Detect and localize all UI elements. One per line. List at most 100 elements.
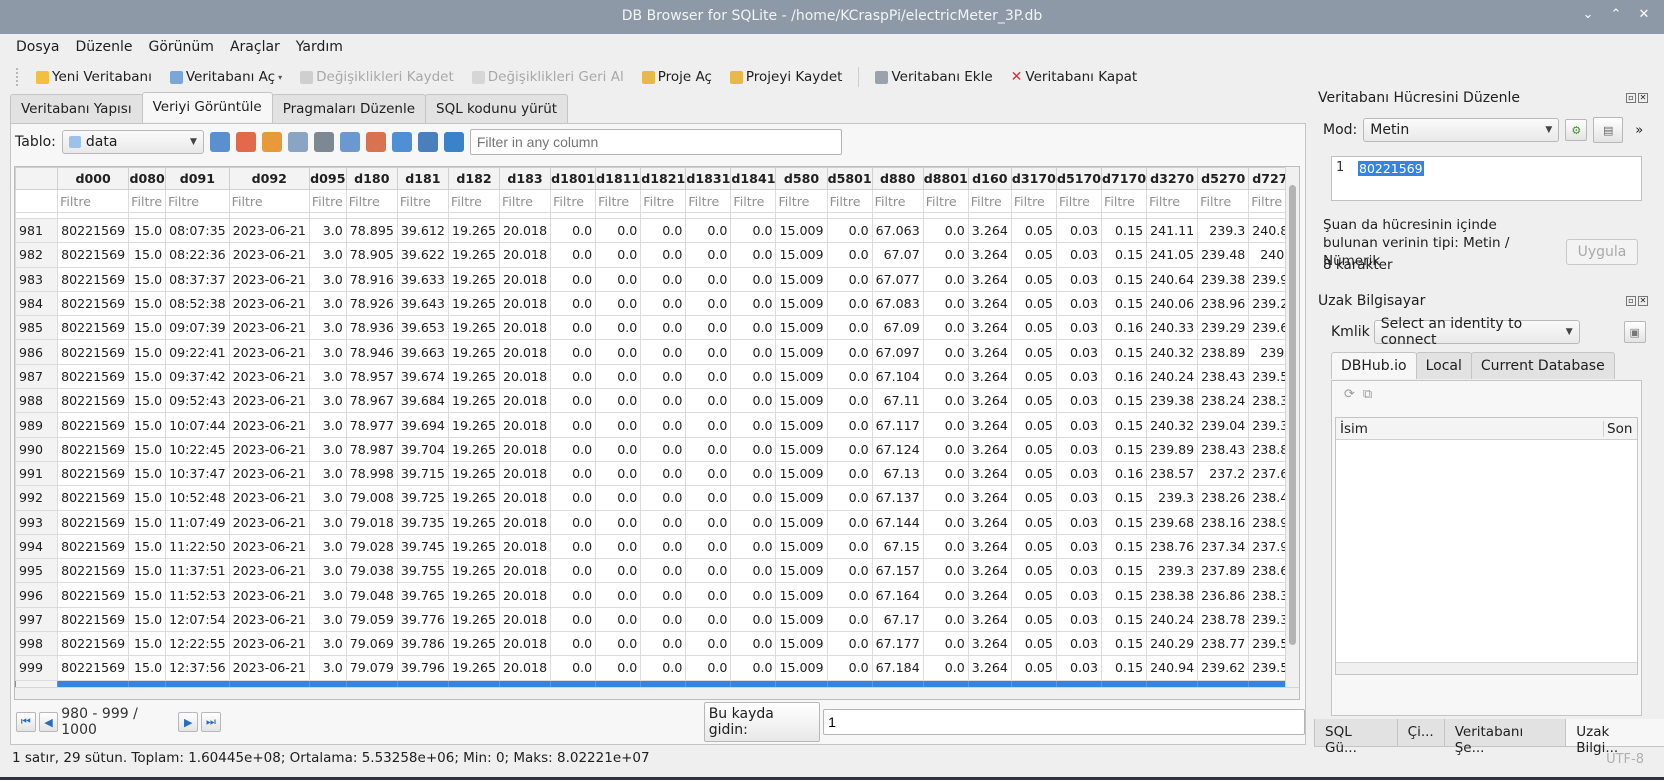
table-cell[interactable]: 238.26 [1197,485,1250,511]
table-cell[interactable]: 2023-06-21 [228,339,310,365]
table-cell[interactable]: 0.0 [685,509,732,535]
table-cell[interactable]: 0.03 [1055,363,1103,390]
table-cell[interactable]: 15.0 [128,266,167,292]
column-filter-input[interactable]: Filtre [1197,189,1250,213]
table-cell[interactable]: 0.0 [730,339,777,365]
table-row[interactable]: 982 80221569 15.0 08:22:36 2023-06-21 3.0 78.9… [15,242,1299,268]
column-filter-input[interactable]: Filtre [1146,189,1199,213]
table-cell[interactable]: 0.0 [640,412,687,438]
cell-editor[interactable]: 1 80221569 [1331,156,1642,201]
table-cell[interactable]: 19.265 [447,339,501,365]
table-cell[interactable]: 39.643 [396,290,449,317]
table-cell[interactable]: 0.0 [685,558,732,584]
table-cell[interactable]: 67.177 [871,631,924,657]
table-cell[interactable]: 67.13 [871,460,924,487]
table-cell[interactable]: 39.704 [396,436,449,462]
menu-help[interactable]: Yardım [290,37,349,57]
table-cell[interactable]: 3.264 [967,606,1012,633]
table-cell[interactable]: 80221569 [57,388,130,414]
table-cell[interactable]: 78.936 [345,315,398,341]
table-cell[interactable]: 0.0 [730,485,777,511]
table-cell[interactable]: 15.009 [775,558,828,584]
table-cell[interactable]: 79.069 [345,631,398,657]
table-row[interactable]: 993 80221569 15.0 11:07:49 2023-06-21 3.0 79.0… [15,509,1299,535]
table-cell[interactable]: 19.265 [447,485,501,511]
table-cell[interactable]: 238.77 [1197,631,1250,657]
table-cell[interactable]: 2023-06-21 [228,242,310,268]
table-cell[interactable]: 0.0 [640,631,687,657]
table-cell[interactable]: 19.265 [447,509,501,535]
row-number[interactable]: 998 [15,631,59,657]
table-row[interactable]: 988 80221569 15.0 09:52:43 2023-06-21 3.0 78.9… [15,388,1299,414]
table-cell[interactable]: 0.05 [1010,631,1057,657]
table-cell[interactable]: 0.0 [595,606,642,633]
table-cell[interactable]: 39.735 [396,509,449,535]
table-cell[interactable]: 80221569 [57,290,130,317]
table-cell[interactable]: 0.0 [685,339,732,365]
table-cell[interactable]: 15.009 [775,412,828,438]
new-database-button[interactable]: Yeni Veritabanı [28,65,160,89]
table-cell[interactable]: 0.0 [730,436,777,462]
table-cell[interactable]: 0.15 [1101,631,1148,657]
table-cell[interactable]: 236.86 [1197,582,1250,608]
table-cell[interactable]: 0.15 [1101,290,1148,317]
table-cell[interactable]: 3.264 [967,509,1012,535]
table-cell[interactable]: 79.028 [345,533,398,560]
table-cell[interactable]: 0.0 [595,558,642,584]
table-cell[interactable]: 15.009 [775,217,828,244]
table-cell[interactable]: 39.745 [396,533,449,560]
table-cell[interactable]: 0.0 [922,217,969,244]
table-cell[interactable]: 20.018 [499,242,552,268]
column-header-d080[interactable]: d080 [128,167,167,190]
table-cell[interactable]: 0.03 [1055,412,1103,438]
table-cell[interactable]: 0.15 [1101,339,1148,365]
table-cell[interactable]: 20.018 [499,290,552,317]
table-cell[interactable]: 0.03 [1055,460,1103,487]
table-cell[interactable]: 78.926 [345,290,398,317]
table-cell[interactable]: 0.0 [640,485,687,511]
column-header-d180[interactable]: d180 [345,167,398,190]
table-cell[interactable]: 3.0 [308,363,347,390]
clear-filters-icon[interactable] [235,132,256,152]
table-cell[interactable]: 15.009 [775,363,828,390]
table-cell[interactable]: 0.0 [640,436,687,462]
table-cell[interactable]: 80221569 [57,363,130,390]
table-cell[interactable]: 0.0 [922,509,969,535]
table-cell[interactable]: 3.264 [967,339,1012,365]
table-cell[interactable]: 0.15 [1101,388,1148,414]
table-cell[interactable]: 240.29 [1146,631,1199,657]
table-cell[interactable]: 20.018 [499,339,552,365]
table-cell[interactable]: 39.776 [396,606,449,633]
table-cell[interactable]: 0.0 [826,290,873,317]
table-cell[interactable]: 0.0 [826,558,873,584]
column-header-d3170[interactable]: d3170 [1010,167,1057,190]
table-cell[interactable]: 237.89 [1197,558,1250,584]
column-header-d182[interactable]: d182 [447,167,501,190]
table-cell[interactable]: 20.018 [499,266,552,292]
table-cell[interactable]: 11:52:53 [165,582,230,608]
table-cell[interactable]: 0.0 [640,582,687,608]
auto-format-icon[interactable]: ⚙ [1565,119,1588,141]
table-cell[interactable]: 15.0 [128,388,167,414]
table-cell[interactable]: 3.264 [967,242,1012,268]
table-cell[interactable]: 0.0 [640,558,687,584]
table-cell[interactable]: 0.0 [550,582,597,608]
close-dock-icon[interactable]: ✕ [1638,296,1648,306]
table-cell[interactable]: 0.0 [595,655,642,681]
table-cell[interactable]: 0.0 [595,242,642,268]
table-cell[interactable]: 09:22:41 [165,339,230,365]
table-cell[interactable]: 0.0 [826,509,873,535]
dock-tab-sql-log[interactable]: SQL Gü... [1314,719,1398,756]
table-cell[interactable]: 15.0 [128,606,167,633]
delete-record-icon[interactable] [365,132,386,152]
table-cell[interactable]: 0.05 [1010,460,1057,487]
horizontal-scrollbar[interactable] [15,687,1299,699]
table-cell[interactable]: 39.684 [396,388,449,414]
table-cell[interactable]: 78.987 [345,436,398,462]
table-cell[interactable]: 0.0 [730,655,777,681]
table-cell[interactable]: 20.018 [499,655,552,681]
identity-select[interactable]: Select an identity to connect ▼ [1373,316,1580,348]
table-cell[interactable]: 0.15 [1101,655,1148,681]
table-cell[interactable]: 0.0 [826,655,873,681]
table-cell[interactable]: 0.0 [595,363,642,390]
